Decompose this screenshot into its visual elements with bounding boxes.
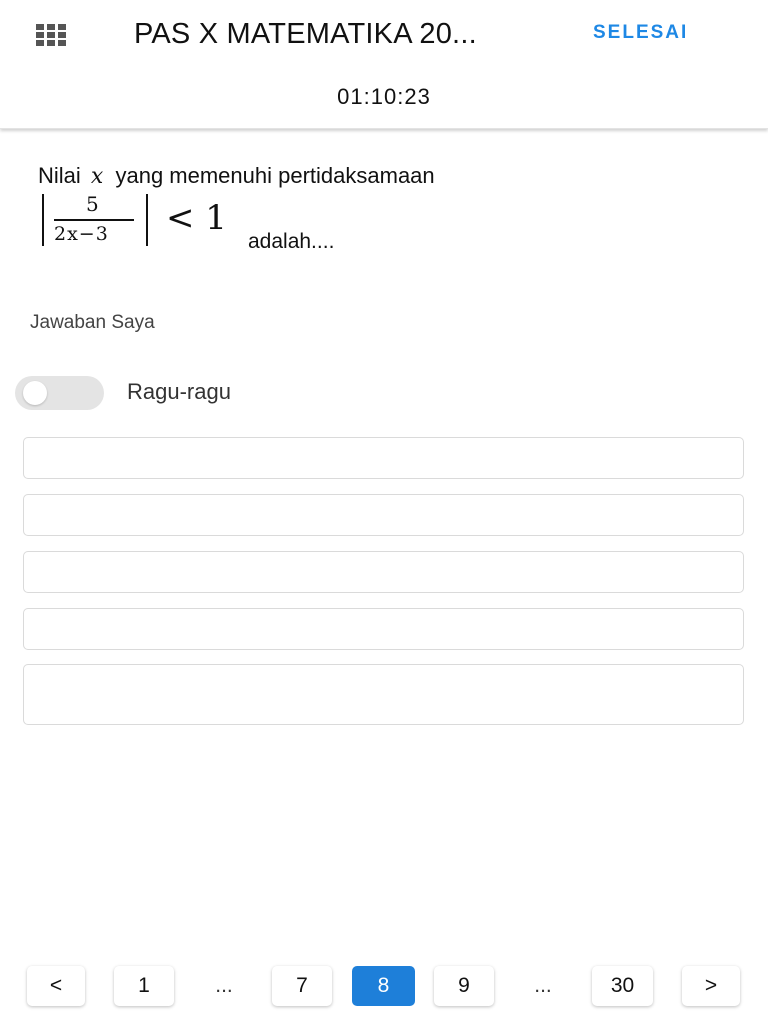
page-ellipsis-left: ... bbox=[215, 974, 233, 997]
page-button-7[interactable]: 7 bbox=[272, 966, 332, 1006]
inequality-relation: < 1 bbox=[166, 198, 227, 238]
page-button-1[interactable]: 1 bbox=[114, 966, 174, 1006]
grid-icon[interactable] bbox=[36, 24, 68, 46]
question-formula: 5 2x−3 < 1 bbox=[38, 190, 248, 252]
question-text: Nilai x yang memenuhi pertidaksamaan bbox=[38, 163, 435, 189]
page-ellipsis-right: ... bbox=[534, 974, 552, 997]
page-button-8-current[interactable]: 8 bbox=[352, 966, 415, 1006]
page-button-9[interactable]: 9 bbox=[434, 966, 494, 1006]
answer-option-d[interactable] bbox=[23, 608, 744, 650]
fraction-line bbox=[54, 219, 134, 221]
question-text-rest: yang memenuhi pertidaksamaan bbox=[115, 163, 435, 188]
page-button-30[interactable]: 30 bbox=[592, 966, 653, 1006]
answer-option-c[interactable] bbox=[23, 551, 744, 593]
doubt-toggle[interactable] bbox=[15, 376, 104, 410]
fraction-numerator: 5 bbox=[86, 192, 99, 216]
next-page-button[interactable]: > bbox=[682, 966, 740, 1006]
top-bar: PAS X MATEMATIKA 20... SELESAI 01:10:23 bbox=[0, 0, 768, 129]
abs-bar-left bbox=[42, 194, 44, 246]
question-variable: x bbox=[90, 164, 104, 189]
prev-page-button[interactable]: < bbox=[27, 966, 85, 1006]
doubt-toggle-label: Ragu-ragu bbox=[127, 379, 231, 404]
abs-bar-right bbox=[146, 194, 148, 246]
answer-option-a[interactable] bbox=[23, 437, 744, 479]
fraction-denominator: 2x−3 bbox=[54, 223, 109, 245]
exam-screen: PAS X MATEMATIKA 20... SELESAI 01:10:23 … bbox=[0, 0, 768, 1024]
question-text-start: Nilai bbox=[38, 163, 81, 188]
toggle-knob bbox=[23, 381, 47, 405]
answer-label: Jawaban Saya bbox=[30, 312, 155, 333]
answer-option-e[interactable] bbox=[23, 664, 744, 725]
answer-option-b[interactable] bbox=[23, 494, 744, 536]
question-text-end: adalah.... bbox=[248, 230, 335, 253]
finish-button[interactable]: SELESAI bbox=[593, 22, 688, 44]
question-pagination: < 1 ... 7 8 9 ... 30 > bbox=[0, 956, 768, 1024]
exam-title: PAS X MATEMATIKA 20... bbox=[134, 18, 477, 50]
countdown-timer: 01:10:23 bbox=[337, 84, 431, 109]
